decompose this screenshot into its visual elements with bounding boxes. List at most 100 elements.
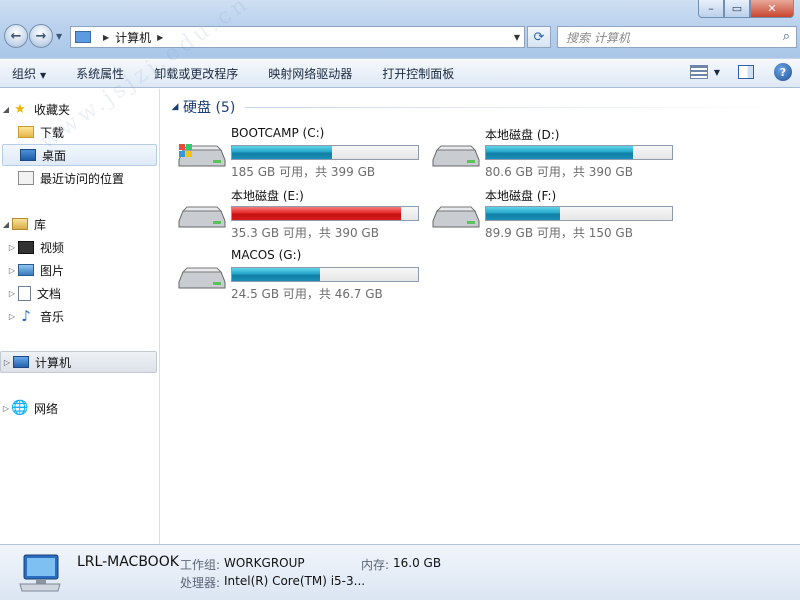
group-title: 硬盘 (5)	[183, 100, 236, 116]
nav-libraries[interactable]: ◢ 库	[0, 213, 157, 235]
workgroup-value: WORKGROUP	[224, 556, 305, 570]
back-button[interactable]: ←	[4, 24, 28, 48]
windows-hard-drive-icon	[178, 144, 226, 167]
collapse-triangle-icon[interactable]: ▷	[1, 358, 13, 367]
drives-view: ◢ 硬盘 (5) BOOTCAMP (C:) 185 GB 可用，共 399 G…	[161, 89, 800, 544]
drive-item[interactable]: MACOS (G:) 24.5 GB 可用，共 46.7 GB	[177, 248, 427, 308]
drive-usage-bar	[231, 145, 419, 160]
drive-item[interactable]: 本地磁盘 (E:) 35.3 GB 可用，共 390 GB	[177, 187, 427, 247]
nav-documents[interactable]: ▷ 文档	[0, 282, 157, 304]
processor-label: 处理器:	[180, 576, 221, 590]
network-globe-icon: 🌐	[11, 400, 29, 416]
organize-label: 组织	[12, 66, 37, 81]
collapse-triangle-icon[interactable]: ▷	[6, 289, 18, 298]
caption-buttons: – ▭ ✕	[698, 0, 794, 18]
drive-item[interactable]: BOOTCAMP (C:) 185 GB 可用，共 399 GB	[177, 126, 427, 186]
hard-drive-icon	[178, 206, 226, 228]
computer-name: LRL-MACBOOK	[77, 554, 179, 570]
drive-usage-bar	[231, 206, 419, 221]
search-icon[interactable]: ⌕	[783, 29, 790, 44]
drive-free-space: 89.9 GB 可用，共 150 GB	[485, 226, 633, 240]
map-network-drive-button[interactable]: 映射网络驱动器	[268, 65, 352, 82]
change-view-icon[interactable]	[689, 65, 708, 79]
details-pane: LRL-MACBOOK 工作组: WORKGROUP 内存: 16.0 GB 处…	[0, 544, 800, 600]
view-options-chevron-icon[interactable]: ▼	[714, 68, 720, 77]
search-placeholder: 搜索 计算机	[566, 30, 630, 45]
group-divider	[245, 106, 789, 108]
nav-desktop[interactable]: 桌面	[2, 144, 157, 166]
group-collapse-icon[interactable]: ◢	[169, 102, 181, 112]
minimize-button[interactable]: –	[698, 0, 724, 18]
computer-icon	[75, 31, 91, 43]
drive-free-space: 24.5 GB 可用，共 46.7 GB	[231, 287, 383, 301]
help-icon[interactable]: ?	[774, 63, 792, 81]
nav-videos-label: 视频	[40, 240, 65, 255]
collapse-triangle-icon[interactable]: ▷	[6, 266, 18, 275]
refresh-button[interactable]: ⟳	[527, 26, 551, 48]
nav-documents-label: 文档	[37, 286, 62, 301]
drive-usage-fill	[486, 146, 634, 159]
breadcrumb-separator-icon[interactable]: ▶	[157, 33, 163, 42]
forward-arrow-icon: →	[35, 28, 47, 44]
open-control-panel-button[interactable]: 打开控制面板	[382, 65, 454, 82]
nav-network[interactable]: ▷ 🌐 网络	[0, 397, 157, 419]
desktop-icon	[20, 149, 36, 161]
hard-disk-group-header[interactable]: ◢ 硬盘 (5)	[169, 97, 789, 117]
refresh-icon: ⟳	[533, 29, 545, 45]
command-bar: 组织 ▼ 系统属性 卸载或更改程序 映射网络驱动器 打开控制面板 ▼ ?	[0, 58, 800, 88]
nav-recent-label: 最近访问的位置	[40, 171, 125, 186]
drive-usage-fill	[232, 146, 332, 159]
drive-name: 本地磁盘 (E:)	[231, 189, 304, 203]
drive-item[interactable]: 本地磁盘 (F:) 89.9 GB 可用，共 150 GB	[431, 187, 681, 247]
workgroup-label: 工作组:	[180, 558, 221, 572]
address-dropdown-icon[interactable]: ▼	[514, 33, 520, 42]
drive-free-space: 80.6 GB 可用，共 390 GB	[485, 165, 633, 179]
nav-recent-places[interactable]: 最近访问的位置	[0, 167, 157, 189]
nav-pictures[interactable]: ▷ 图片	[0, 259, 157, 281]
collapse-triangle-icon[interactable]: ▷	[6, 312, 18, 321]
recent-pages-dropdown-icon[interactable]: ▼	[56, 32, 62, 41]
nav-computer[interactable]: ▷ 计算机	[0, 351, 157, 373]
documents-library-icon	[18, 285, 31, 301]
forward-button[interactable]: →	[29, 24, 53, 48]
preview-pane-icon[interactable]	[738, 65, 754, 79]
search-input[interactable]: 搜索 计算机 ⌕	[557, 26, 797, 48]
address-bar[interactable]: ▶ 计算机 ▶ ▼	[70, 26, 525, 48]
breadcrumb-computer[interactable]: 计算机	[115, 29, 151, 46]
chevron-down-icon: ▼	[40, 70, 47, 80]
hard-drive-icon	[432, 145, 480, 167]
close-button[interactable]: ✕	[750, 0, 794, 18]
drive-usage-bar	[485, 145, 673, 160]
uninstall-program-button[interactable]: 卸载或更改程序	[154, 65, 238, 82]
drive-name: 本地磁盘 (D:)	[485, 128, 560, 142]
computer-icon	[13, 356, 29, 368]
nav-music[interactable]: ▷ ♪ 音乐	[0, 305, 157, 327]
drive-usage-fill	[232, 268, 321, 281]
system-properties-button[interactable]: 系统属性	[76, 65, 124, 82]
navigation-buttons: ← → ▼	[4, 24, 62, 48]
collapse-triangle-icon[interactable]: ▷	[6, 243, 18, 252]
breadcrumb-separator-icon[interactable]: ▶	[103, 33, 109, 42]
drive-name: BOOTCAMP (C:)	[231, 126, 325, 140]
drive-free-space: 35.3 GB 可用，共 390 GB	[231, 226, 379, 240]
drive-item[interactable]: 本地磁盘 (D:) 80.6 GB 可用，共 390 GB	[431, 126, 681, 186]
organize-menu[interactable]: 组织 ▼	[12, 65, 46, 82]
downloads-folder-icon	[18, 126, 34, 138]
nav-videos[interactable]: ▷ 视频	[0, 236, 157, 258]
drive-name: 本地磁盘 (F:)	[485, 189, 557, 203]
nav-computer-label: 计算机	[35, 355, 72, 370]
maximize-button[interactable]: ▭	[724, 0, 750, 18]
nav-favorites[interactable]: ◢ ★ 收藏夹	[0, 98, 157, 120]
collapse-triangle-icon[interactable]: ▷	[0, 404, 12, 413]
window-frame: – ▭ ✕ ← → ▼ ▶ 计算机 ▶ ▼ ⟳ 搜索 计算机 ⌕	[0, 0, 800, 58]
pictures-library-icon	[18, 264, 34, 276]
nav-downloads[interactable]: 下载	[0, 121, 157, 143]
drive-usage-fill	[486, 207, 561, 220]
processor-value: Intel(R) Core(TM) i5-3...	[224, 574, 366, 588]
drive-free-space: 185 GB 可用，共 399 GB	[231, 165, 376, 179]
nav-libraries-label: 库	[34, 217, 47, 232]
expand-triangle-icon[interactable]: ◢	[0, 220, 12, 229]
expand-triangle-icon[interactable]: ◢	[0, 105, 12, 114]
drive-usage-fill	[232, 207, 402, 220]
drive-usage-bar	[231, 267, 419, 282]
